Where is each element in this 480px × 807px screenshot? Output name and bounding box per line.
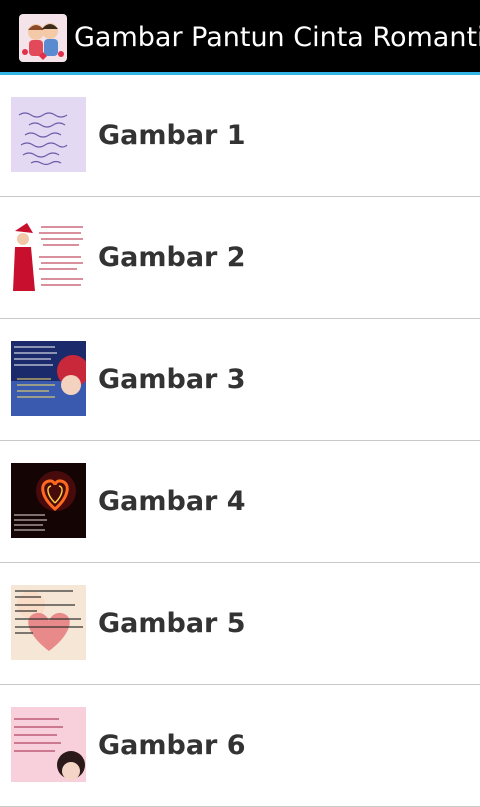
item-label: Gambar 3 bbox=[98, 364, 246, 395]
item-label: Gambar 1 bbox=[98, 120, 246, 151]
list-item[interactable]: Gambar 4 bbox=[0, 441, 480, 563]
thumbnail-image bbox=[11, 463, 86, 538]
thumbnail-image bbox=[11, 341, 86, 416]
app-title: Gambar Pantun Cinta Romantis bbox=[74, 22, 480, 53]
list-item[interactable]: Gambar 3 bbox=[0, 319, 480, 441]
title-bar: Gambar Pantun Cinta Romantis bbox=[0, 0, 480, 72]
list-item[interactable]: Gambar 5 bbox=[0, 563, 480, 685]
item-label: Gambar 4 bbox=[98, 486, 246, 517]
thumbnail-image bbox=[11, 585, 86, 660]
thumbnail-image bbox=[11, 97, 86, 172]
thumbnail-image bbox=[11, 707, 86, 782]
item-label: Gambar 5 bbox=[98, 608, 246, 639]
list-item[interactable]: Gambar 6 bbox=[0, 685, 480, 807]
item-label: Gambar 6 bbox=[98, 730, 246, 761]
item-label: Gambar 2 bbox=[98, 242, 246, 273]
app-icon[interactable] bbox=[19, 14, 67, 62]
thumbnail-image bbox=[11, 219, 86, 294]
list-item[interactable]: Gambar 1 bbox=[0, 75, 480, 197]
list-item[interactable]: Gambar 2 bbox=[0, 197, 480, 319]
image-list[interactable]: Gambar 1 Gambar 2 Gambar 3 Gambar 4 Gamb… bbox=[0, 75, 480, 807]
